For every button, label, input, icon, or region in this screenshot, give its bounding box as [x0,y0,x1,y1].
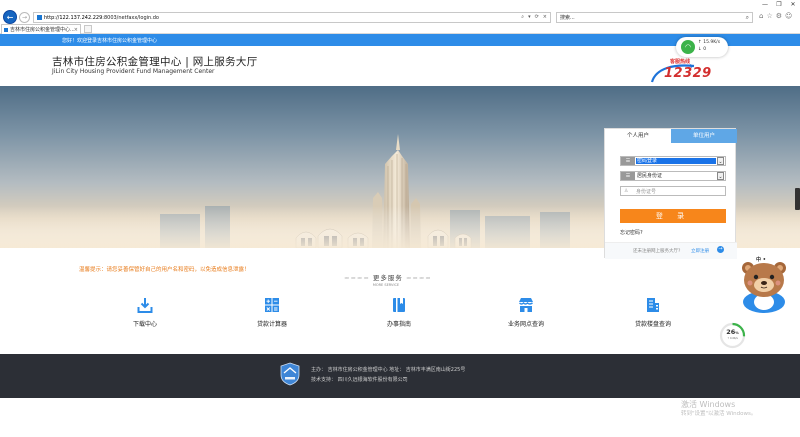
more-service-title-text: 更多服务 [372,274,403,282]
tab-close-icon[interactable]: × [74,27,78,33]
url-host: http://122.137.242.229 [44,14,103,21]
forward-button[interactable]: → [19,11,30,23]
home-icon[interactable]: ⌂ [759,12,763,20]
id-type-value: 居民身份证 [637,173,663,179]
address-search-icon[interactable]: ⌕ [521,14,524,20]
browser-tab[interactable]: 吉林市住房公积金管理中心... × [1,24,81,34]
new-tab-button[interactable] [84,25,92,33]
service-property-query[interactable]: 贷款楼盘查询 [603,295,703,335]
service-list: 下载中心 贷款计算器 办事指南 业务网点查询 贷款楼盘查询 [95,295,715,335]
service-download-center[interactable]: 下载中心 [95,295,195,335]
hotline-label: 客服热线 [670,59,691,65]
chevron-down-icon[interactable]: ⌄ [717,157,724,165]
branch-store-icon [519,298,533,312]
service-loan-calculator[interactable]: 贷款计算器 [222,295,322,335]
minimize-button[interactable]: — [758,0,772,9]
download-speed: ↓ 0 [698,47,707,52]
site-footer: 主办： 吉林市住房公积金管理中心 地址： 吉林市丰满区南山街225号 技术支持：… [0,354,800,398]
hotline-number: 12329 [664,66,712,81]
favorites-star-icon[interactable]: ☆ [766,12,772,20]
site-favicon-icon [37,15,42,20]
side-scroll-handle[interactable] [795,188,800,210]
list-icon: ☰ [621,172,635,180]
memory-usage-widget[interactable]: 26% ↑ 0.0K/s [719,322,746,349]
progress-value: 26% [719,328,746,336]
page-root: — ❐ ✕ ← → http://122.137.242.229:8003/ne… [0,0,800,437]
download-icon [137,298,153,313]
site-subtitle: JiLin City Housing Provident Fund Manage… [52,68,215,75]
service-label: 下载中心 [132,321,157,328]
chat-bubble-label[interactable]: 中 • [756,256,766,263]
browser-search-input[interactable]: 搜索... ⌕ [556,12,753,23]
windows-activation-hint: 转到"设置"以激活 Windows。 [681,411,757,417]
login-type-value: 密码登录 [636,158,716,164]
close-window-button[interactable]: ✕ [786,0,800,9]
register-row: 还未注册网上服务大厅? 立即注册 → [605,242,737,259]
settings-gear-icon[interactable]: ⚙ [776,12,782,20]
tab-favicon-icon [4,27,8,32]
address-bar[interactable]: http://122.137.242.229:8003/netfaxx/logi… [33,12,551,23]
service-label: 办事指南 [386,321,411,328]
back-button[interactable]: ← [3,10,17,24]
smiley-feedback-icon[interactable]: ☺ [785,12,792,20]
id-number-input[interactable]: ♙ 身份证号 [620,186,726,196]
login-panel: 个人用户 单位用户 ☰ 密码登录 ⌄ ☰ 居民身份证 ⌄ ♙ 身份证号 登 录 … [604,128,737,259]
service-label: 业务网点查询 [507,321,544,328]
user-icon: ♙ [624,188,629,194]
housing-fund-shield-logo-icon [280,362,300,386]
more-service-subtitle: MORE SERVICE [372,283,400,287]
maximize-button[interactable]: ❐ [772,0,786,9]
browser-tools: ⌂ ☆ ⚙ ☺ [759,12,792,20]
address-url[interactable]: http://122.137.242.229:8003/netfaxx/logi… [44,15,159,21]
tab-unit-user[interactable]: 单位用户 [671,129,737,143]
more-service-title: ≈≈≈≈ 更多服务 ≈≈≈≈ [344,274,432,282]
search-placeholder: 搜索... [560,15,575,21]
forgot-password-link[interactable]: 忘记密码? [620,229,643,236]
register-link[interactable]: 立即注册 [691,248,709,254]
service-guide[interactable]: 办事指南 [349,295,449,335]
tab-title: 吉林市住房公积金管理中心... [10,27,74,33]
footer-host-address: 主办： 吉林市住房公积金管理中心 地址： 吉林市丰满区南山街225号 [311,367,466,373]
browser-chrome: — ❐ ✕ ← → http://122.137.242.229:8003/ne… [0,0,800,34]
progress-number: 26 [726,328,736,336]
search-icon[interactable]: ⌕ [746,13,749,22]
upload-speed: ↑ 15.9K/s [698,40,721,45]
refresh-icon[interactable]: ⟳ [535,14,539,20]
arrow-right-icon[interactable]: → [717,246,724,253]
address-dropdown-icon[interactable]: ▾ [528,14,531,20]
progress-unit: % [735,331,739,335]
progress-subtext: ↑ 0.0K/s [727,337,738,340]
url-path: :8003/netfaxx/login.do [102,14,159,21]
id-number-placeholder: 身份证号 [636,189,657,195]
service-label: 贷款计算器 [256,321,287,328]
network-speed-widget[interactable]: ◠ ↑ 15.9K/s ↓ 0 [676,37,728,57]
building-icon [647,298,659,312]
tab-personal-user[interactable]: 个人用户 [605,129,671,143]
welcome-text: 您好！欢迎登录吉林市住房公积金管理中心 [62,38,158,44]
calculator-icon [265,298,279,312]
guide-book-icon [393,298,405,312]
login-button[interactable]: 登 录 [620,209,726,223]
footer-tech-support: 技术支持： 四川久远银海软件股份有限公司 [311,377,408,383]
wifi-icon: ◠ [681,40,695,54]
hotline-logo: 客服热线 12329 [650,56,720,86]
service-label: 贷款楼盘查询 [634,321,671,328]
service-branch-query[interactable]: 业务网点查询 [476,295,576,335]
address-tools: ⌕ ▾ ⟳ × [521,14,547,20]
warning-tip: 温馨提示：请您妥善保管好自己的用户名和密码，以免造成信息泄露！ [79,267,250,273]
chevron-down-icon[interactable]: ⌄ [717,172,724,180]
stop-icon[interactable]: × [543,14,547,20]
window-controls: — ❐ ✕ [758,0,800,9]
list-icon: ☰ [621,157,635,165]
id-type-select[interactable]: ☰ 居民身份证 ⌄ [620,171,726,181]
register-prompt: 还未注册网上服务大厅? [633,249,681,254]
site-title: 吉林市住房公积金管理中心 | 网上服务大厅 [52,56,258,68]
login-type-select[interactable]: ☰ 密码登录 ⌄ [620,156,726,166]
